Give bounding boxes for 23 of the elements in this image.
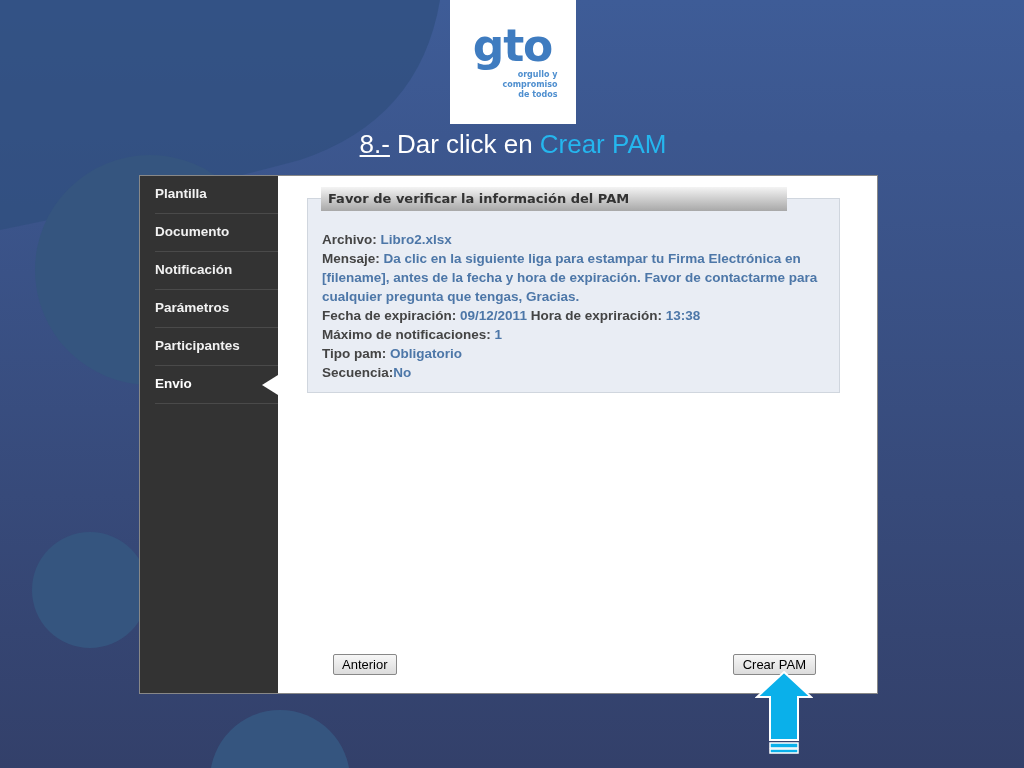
sidebar-item[interactable]: Parámetros (155, 290, 278, 328)
back-button[interactable]: Anterior (333, 654, 397, 675)
logo-tagline: de todos (518, 90, 558, 100)
heading-highlight: Crear PAM (539, 128, 667, 160)
sidebar-item[interactable]: Envio (155, 366, 278, 404)
panel-title: Favor de verificar la información del PAM (321, 187, 787, 211)
sidebar-item[interactable]: Notificación (155, 252, 278, 290)
info-line: Máximo de notificaciones: 1 (322, 326, 504, 344)
sidebar-item[interactable]: Participantes (155, 328, 278, 366)
sidebar-item[interactable]: Plantilla (155, 176, 278, 214)
info-line: Secuencia:No (322, 364, 413, 382)
info-line: Fecha de expiración: 09/12/2011 Hora de expriración: 13:38 (322, 307, 702, 325)
info-line: Archivo: Libro2.xlsx (322, 231, 453, 249)
sidebar-item[interactable]: Documento (155, 214, 278, 252)
logo-tagline: compromiso (502, 80, 558, 90)
info-line: Mensaje: Da clic en la siguiente liga para estampar tu Firma Electrónica en [filename], antes de la fecha y hora de expiración. Favor de contactarme para cualquier pregunta que tengas, Gracias. (322, 250, 819, 306)
selected-pointer-icon (262, 375, 278, 395)
logo-tagline: orgullo y (517, 70, 558, 80)
logo-wordmark: gto (472, 24, 553, 68)
create-button[interactable]: Crear PAM (732, 654, 816, 675)
step-number: 8.- (359, 128, 390, 160)
heading-text: Dar click en (396, 128, 533, 160)
info-line: Tipo pam: Obligatorio (322, 345, 464, 363)
